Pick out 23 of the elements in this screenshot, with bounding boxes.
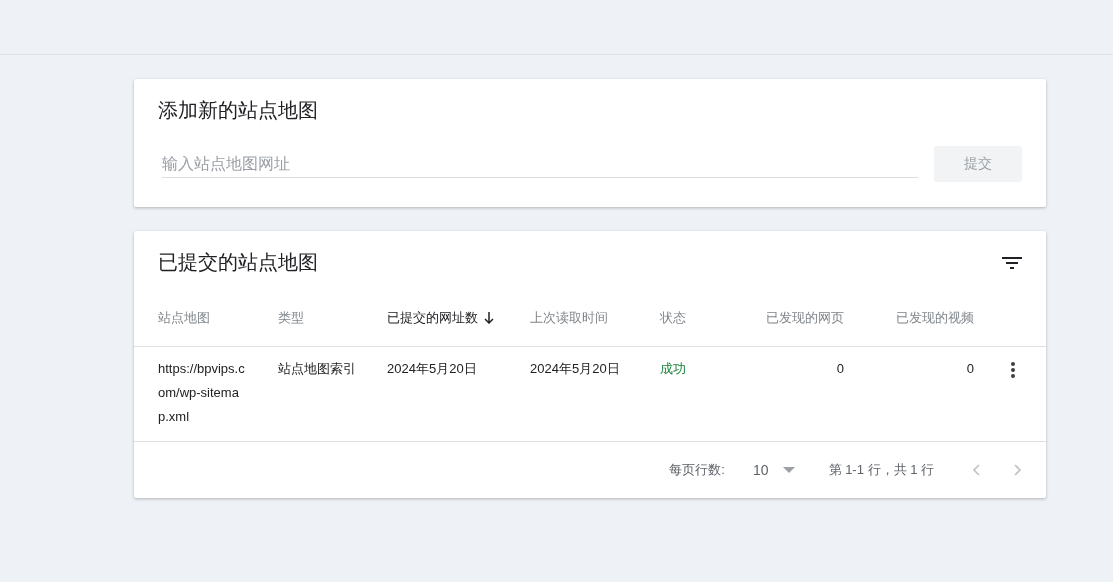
card-title: 添加新的站点地图 — [157, 98, 319, 123]
sort-down-icon — [484, 312, 494, 324]
column-header[interactable]: 类型 — [278, 309, 387, 327]
pagination-range: 第 1-1 行，共 1 行 — [828, 461, 934, 479]
rows-per-page-select[interactable]: 10 — [752, 462, 795, 478]
rows-per-page-label: 每页行数: — [669, 461, 725, 479]
more-options-icon[interactable] — [1011, 362, 1015, 378]
table-cell-text: 0 — [835, 360, 845, 378]
table-cell-text: 2024年5月20日 — [530, 360, 621, 378]
column-header[interactable]: 状态 — [660, 309, 760, 327]
column-header[interactable]: 已发现的视频 — [850, 309, 980, 327]
column-header[interactable]: 上次读取时间 — [530, 309, 660, 327]
table-cell-text: 2024年5月20日 — [387, 360, 478, 378]
column-header[interactable]: 已提交的网址数 — [387, 309, 530, 327]
column-header[interactable]: 站点地图 — [158, 309, 278, 327]
filter-icon[interactable] — [1002, 255, 1022, 270]
card-title: 已提交的站点地图 — [158, 250, 318, 275]
table-cell-text: https://bpvips.com/wp-sitemap.xml — [158, 360, 246, 426]
table-cell-text: 0 — [965, 360, 975, 378]
table-cell-text: 站点地图索引 — [278, 360, 357, 378]
column-header[interactable]: 已发现的网页 — [760, 309, 850, 327]
dropdown-caret-icon — [782, 467, 795, 473]
status-text: 成功 — [660, 360, 687, 378]
